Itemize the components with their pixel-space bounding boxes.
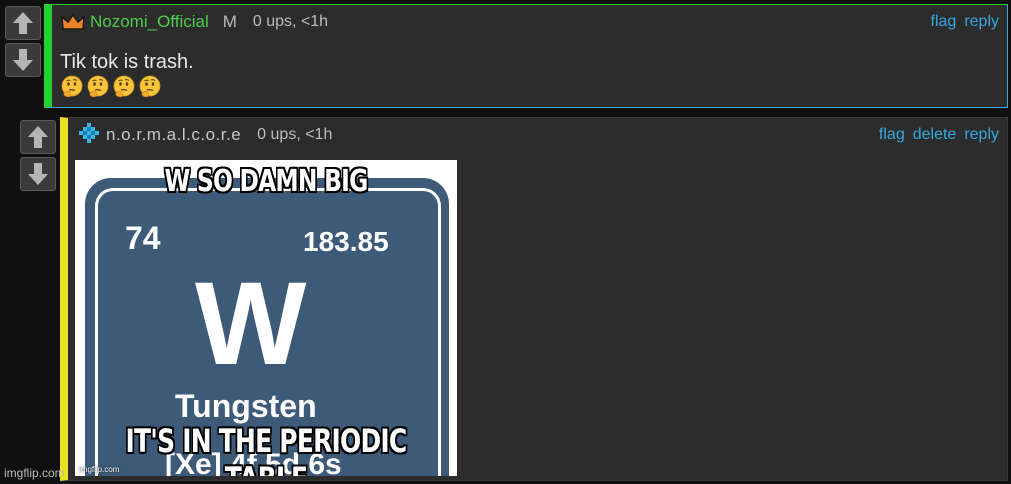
arrow-down-icon — [13, 49, 33, 71]
thinking-face-emoji — [139, 75, 161, 98]
comment-text: Tik tok is trash. — [60, 51, 194, 73]
element-name: Tungsten — [175, 388, 317, 424]
meme-image[interactable]: 74 183.85 W Tungsten [Xe] 4f 5d 6s W SO … — [75, 160, 457, 476]
upvote-button[interactable] — [20, 120, 56, 154]
meme-watermark: imgflip.com — [79, 465, 120, 474]
meme-caption-top: W SO DAMN BIG — [164, 164, 368, 199]
thinking-face-emoji — [113, 75, 135, 98]
reply-link[interactable]: reply — [964, 13, 999, 31]
meme-caption-bottom: IT'S IN THE PERIODIC TABLE — [125, 422, 408, 476]
downvote-button[interactable] — [20, 157, 56, 191]
comment-meta: 0 ups, <1h — [257, 126, 333, 143]
comment-header: Nozomi_Official M 0 ups, <1h — [52, 5, 1007, 39]
comment-actions: flag delete reply — [879, 126, 999, 144]
reply-link[interactable]: reply — [964, 126, 999, 144]
downvote-button[interactable] — [5, 43, 41, 77]
username-link[interactable]: Nozomi_Official — [90, 12, 209, 32]
thinking-face-emoji — [87, 75, 109, 98]
vote-column — [5, 6, 41, 77]
flag-link[interactable]: flag — [931, 13, 957, 31]
emoji-row — [60, 75, 194, 99]
comment-meta: 0 ups, <1h — [252, 13, 329, 30]
upvote-button[interactable] — [5, 6, 41, 40]
reply-comment: n.o.r.m.a.l.c.o.r.e 0 ups, <1h flag dele… — [60, 117, 1008, 481]
atomic-mass: 183.85 — [303, 226, 389, 257]
vote-column — [20, 120, 56, 191]
element-symbol: W — [195, 258, 307, 390]
comment-header: n.o.r.m.a.l.c.o.r.e 0 ups, <1h — [68, 118, 1007, 152]
atomic-number: 74 — [125, 220, 161, 256]
flag-link[interactable]: flag — [879, 126, 905, 144]
comment: Nozomi_Official M 0 ups, <1h flag reply … — [44, 4, 1008, 108]
arrow-up-icon — [13, 12, 33, 34]
mod-badge: M — [222, 12, 237, 31]
username-link[interactable]: n.o.r.m.a.l.c.o.r.e — [106, 125, 241, 145]
page-watermark: imgflip.com — [4, 466, 65, 480]
comment-body: Tik tok is trash. — [60, 49, 194, 99]
comment-actions: flag reply — [931, 13, 999, 31]
diamond-pixel-icon — [76, 123, 102, 146]
crown-icon — [60, 11, 86, 33]
thinking-face-emoji — [61, 75, 83, 98]
delete-link[interactable]: delete — [913, 126, 957, 144]
arrow-up-icon — [28, 126, 48, 148]
arrow-down-icon — [28, 163, 48, 185]
